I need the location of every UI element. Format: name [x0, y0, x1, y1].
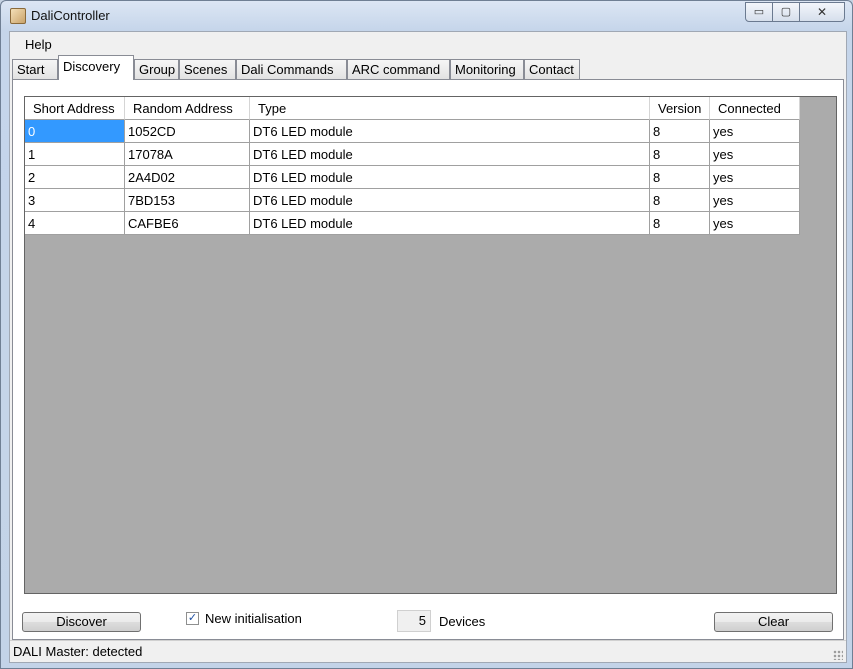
table-row[interactable]: 2 2A4D02 DT6 LED module 8 yes [25, 166, 800, 189]
cell-connected[interactable]: yes [710, 166, 800, 189]
app-window: DaliController ▭ ▢ ✕ Help Start Discover… [0, 0, 853, 669]
cell-random-address[interactable]: 2A4D02 [125, 166, 250, 189]
app-icon [10, 8, 26, 24]
cell-short-address[interactable]: 1 [25, 143, 125, 166]
grid-header: Short Address Random Address Type Versio… [25, 97, 800, 120]
cell-type[interactable]: DT6 LED module [250, 189, 650, 212]
cell-version[interactable]: 8 [650, 166, 710, 189]
cell-connected[interactable]: yes [710, 143, 800, 166]
cell-version[interactable]: 8 [650, 120, 710, 143]
tab-arc-command[interactable]: ARC command [347, 59, 450, 79]
client-area: Help Start Discovery Group Scenes Dali C… [9, 31, 847, 663]
devices-grid[interactable]: Short Address Random Address Type Versio… [24, 96, 837, 594]
close-button[interactable]: ✕ [799, 2, 845, 22]
cell-random-address[interactable]: 17078A [125, 143, 250, 166]
menu-bar: Help [10, 32, 846, 56]
cell-version[interactable]: 8 [650, 143, 710, 166]
cell-type[interactable]: DT6 LED module [250, 212, 650, 235]
menu-help[interactable]: Help [25, 37, 52, 52]
table-row[interactable]: 4 CAFBE6 DT6 LED module 8 yes [25, 212, 800, 235]
tab-start[interactable]: Start [12, 59, 58, 79]
minimize-button[interactable]: ▭ [745, 2, 773, 22]
title-bar[interactable]: DaliController ▭ ▢ ✕ [1, 1, 852, 31]
cell-short-address[interactable]: 3 [25, 189, 125, 212]
cell-random-address[interactable]: 7BD153 [125, 189, 250, 212]
tab-dali-commands[interactable]: Dali Commands [236, 59, 347, 79]
table-row[interactable]: 3 7BD153 DT6 LED module 8 yes [25, 189, 800, 212]
devices-label: Devices [439, 614, 486, 629]
cell-short-address[interactable]: 0 [25, 120, 125, 143]
check-icon: ✓ [187, 612, 198, 624]
discover-button[interactable]: Discover [22, 612, 141, 632]
cell-version[interactable]: 8 [650, 212, 710, 235]
cell-connected[interactable]: yes [710, 189, 800, 212]
cell-short-address[interactable]: 2 [25, 166, 125, 189]
device-count-field: 5 [397, 610, 431, 632]
status-bar: DALI Master: detected [10, 640, 846, 662]
cell-connected[interactable]: yes [710, 120, 800, 143]
cell-type[interactable]: DT6 LED module [250, 166, 650, 189]
column-header-short-address[interactable]: Short Address [25, 97, 125, 120]
column-header-connected[interactable]: Connected [710, 97, 800, 120]
clear-button[interactable]: Clear [714, 612, 833, 632]
column-header-version[interactable]: Version [650, 97, 710, 120]
new-initialisation-label: New initialisation [205, 611, 302, 626]
cell-type[interactable]: DT6 LED module [250, 143, 650, 166]
window-title: DaliController [31, 8, 110, 23]
column-header-type[interactable]: Type [250, 97, 650, 120]
tab-contact[interactable]: Contact [524, 59, 580, 79]
table-row[interactable]: 0 1052CD DT6 LED module 8 yes [25, 120, 800, 143]
tab-discovery[interactable]: Discovery [58, 55, 134, 80]
tab-group[interactable]: Group [134, 59, 179, 79]
resize-grip-icon[interactable] [833, 650, 843, 660]
cell-random-address[interactable]: 1052CD [125, 120, 250, 143]
maximize-button[interactable]: ▢ [772, 2, 800, 22]
cell-short-address[interactable]: 4 [25, 212, 125, 235]
status-text: DALI Master: detected [13, 644, 143, 659]
cell-connected[interactable]: yes [710, 212, 800, 235]
tab-monitoring[interactable]: Monitoring [450, 59, 524, 79]
cell-version[interactable]: 8 [650, 189, 710, 212]
discovery-panel: Short Address Random Address Type Versio… [12, 79, 844, 640]
cell-type[interactable]: DT6 LED module [250, 120, 650, 143]
cell-random-address[interactable]: CAFBE6 [125, 212, 250, 235]
table-row[interactable]: 1 17078A DT6 LED module 8 yes [25, 143, 800, 166]
tab-scenes[interactable]: Scenes [179, 59, 236, 79]
new-initialisation-checkbox[interactable]: ✓ [186, 612, 199, 625]
column-header-random-address[interactable]: Random Address [125, 97, 250, 120]
